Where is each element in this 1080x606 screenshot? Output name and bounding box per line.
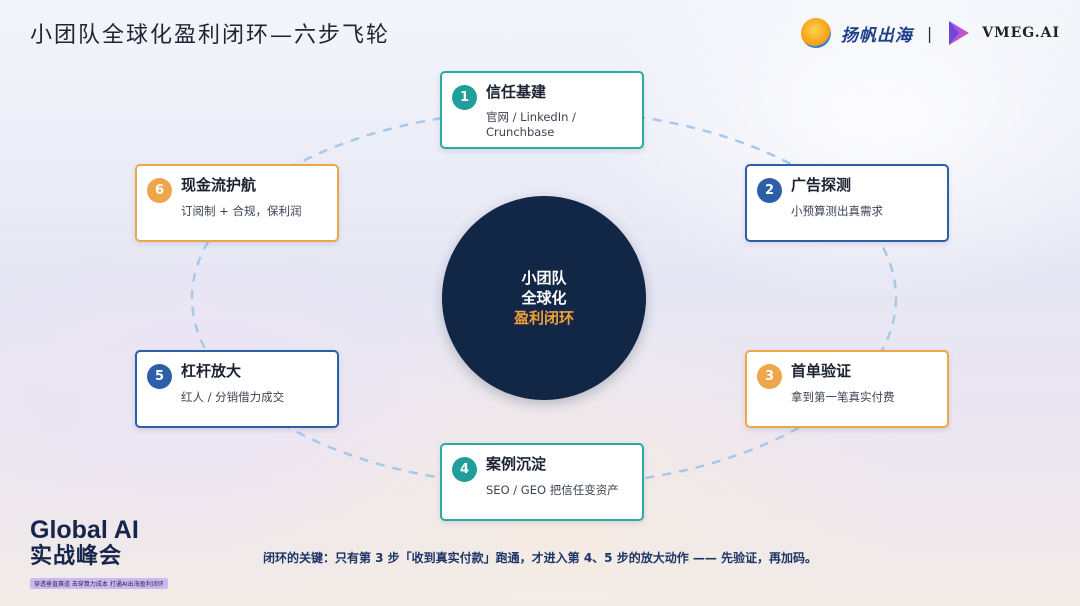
center-line-3: 盈利闭环 (513, 309, 574, 327)
step-card-2: 2 广告探测 小预算测出真需求 (745, 164, 949, 242)
step-desc-3: 拿到第一笔真实付费 (791, 390, 895, 404)
summit-tagline: 穿透垂直赛道 击穿算力成本 打通AI出海盈利闭环 (30, 578, 168, 589)
step-number-2: 2 (757, 178, 782, 203)
step-card-6: 6 现金流护航 订阅制 + 合规，保利润 (135, 164, 339, 242)
step-desc-5: 红人 / 分销借力成交 (181, 390, 285, 404)
step-card-3: 3 首单验证 拿到第一笔真实付费 (745, 350, 949, 428)
step-number-5: 5 (147, 364, 172, 389)
step-number-1: 1 (452, 85, 477, 110)
step-number-3: 3 (757, 364, 782, 389)
flywheel-center: 小团队 全球化 盈利闭环 (442, 196, 646, 400)
summit-title-line-1: Global AI (30, 516, 139, 544)
step-title-3: 首单验证 (791, 362, 852, 380)
center-line-1: 小团队 (521, 269, 567, 287)
step-title-2: 广告探测 (791, 176, 852, 194)
step-number-4: 4 (452, 457, 477, 482)
step-desc-2: 小预算测出真需求 (791, 204, 883, 218)
step-title-5: 杠杆放大 (181, 362, 242, 380)
summit-logo: Global AI 实战峰会 穿透垂直赛道 击穿算力成本 打通AI出海盈利闭环 (30, 517, 168, 590)
step-card-4: 4 案例沉淀 SEO / GEO 把信任变资产 (440, 443, 644, 521)
summit-title-line-2: 实战峰会 (30, 544, 123, 569)
step-title-4: 案例沉淀 (486, 455, 547, 473)
step-desc-4: SEO / GEO 把信任变资产 (486, 483, 619, 497)
step-number-6: 6 (147, 178, 172, 203)
step-title-6: 现金流护航 (181, 176, 257, 194)
step-desc-6: 订阅制 + 合规，保利润 (181, 204, 302, 218)
step-title-1: 信任基建 (486, 83, 547, 101)
step-card-1: 1 信任基建 官网 / LinkedIn / Crunchbase (440, 71, 644, 149)
step-card-5: 5 杠杆放大 红人 / 分销借力成交 (135, 350, 339, 428)
center-line-2: 全球化 (521, 289, 567, 307)
step-desc-1: 官网 / LinkedIn / Crunchbase (486, 110, 576, 139)
